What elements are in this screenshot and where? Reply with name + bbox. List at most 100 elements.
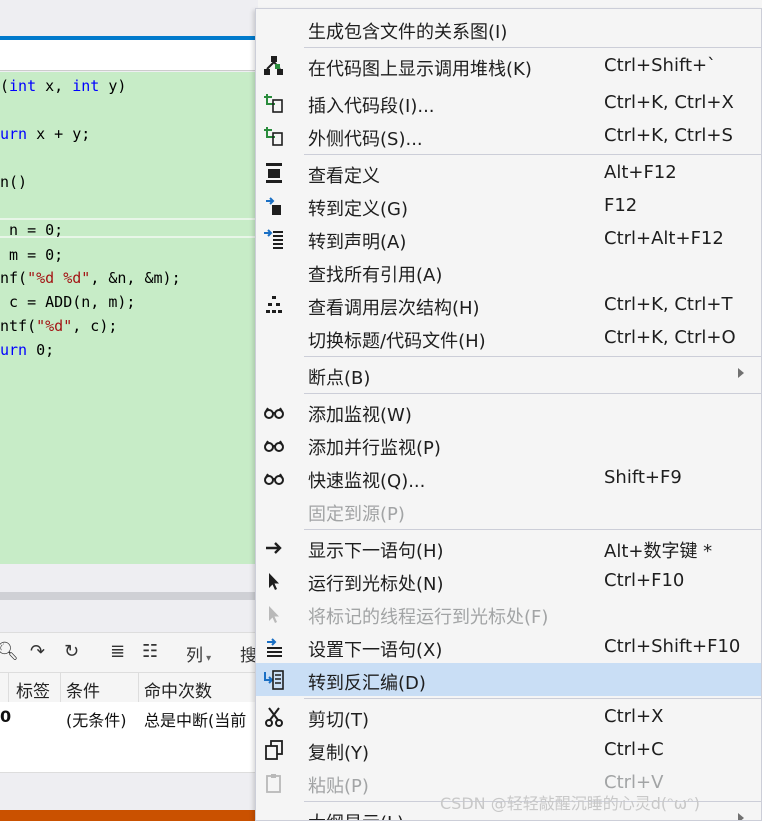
status-bar xyxy=(0,810,256,821)
menu-item-label: 添加并行监视(P) xyxy=(308,438,441,459)
go-to-disassembly-icon xyxy=(262,668,286,692)
scissors-icon xyxy=(262,705,286,729)
code-editor-background: (int x, int y) urn x + y; n() n = 0; m = 0… xyxy=(0,0,258,821)
menu-item-shortcut: Ctrl+C xyxy=(604,739,664,760)
code-line[interactable]: n = 0; xyxy=(0,219,63,241)
breakpoints-toolbar: 🔍︎ ↷ ↻ ≣ ☷ 列 ▾ 搜 xyxy=(0,632,257,673)
code-token: c = ADD(n, m); xyxy=(0,293,136,311)
code-line[interactable]: m = 0; xyxy=(0,244,63,266)
code-line[interactable]: (int x, int y) xyxy=(0,75,126,97)
menu-item-shortcut: Ctrl+K, Ctrl+X xyxy=(604,92,734,113)
indent-icon[interactable]: ≣ xyxy=(110,641,125,662)
code-token: x, xyxy=(36,77,73,95)
show-next-statement-icon xyxy=(262,536,286,560)
menu-item[interactable]: 转到声明(A) Ctrl+Alt+F12 xyxy=(256,222,761,255)
surround-with-icon xyxy=(262,124,286,148)
editor-tab-strip xyxy=(0,0,258,36)
menu-item-label: 插入代码段(I)... xyxy=(308,96,435,117)
menu-item[interactable]: 在代码图上显示调用堆栈(K) Ctrl+Shift+` xyxy=(256,49,761,82)
code-line[interactable]: c = ADD(n, m); xyxy=(0,291,135,313)
menu-item-shortcut: Ctrl+Shift+` xyxy=(604,55,717,76)
menu-item-label: 断点(B) xyxy=(308,368,371,389)
menu-item-label: 转到声明(A) xyxy=(308,232,407,253)
menu-item[interactable]: 生成包含文件的关系图(I) xyxy=(256,12,761,45)
menu-item[interactable]: 运行到光标处(N) Ctrl+F10 xyxy=(256,564,761,597)
paste-icon xyxy=(262,771,286,795)
menu-item[interactable]: 剪切(T) Ctrl+X xyxy=(256,700,761,733)
search-icon[interactable]: 🔍︎ xyxy=(0,641,19,662)
menu-item[interactable]: 复制(Y) Ctrl+C xyxy=(256,733,761,766)
menu-item[interactable]: 设置下一语句(X) Ctrl+Shift+F10 xyxy=(256,630,761,663)
menu-item[interactable]: 查找所有引用(A) xyxy=(256,255,761,288)
menu-item[interactable]: 添加监视(W) xyxy=(256,395,761,428)
menu-item-shortcut: F12 xyxy=(604,195,638,216)
cell-hit-count: 总是中断(当前 xyxy=(144,711,247,730)
run-to-cursor-icon xyxy=(262,602,286,626)
menu-item[interactable]: 添加并行监视(P) xyxy=(256,428,761,461)
keyword-token: int xyxy=(72,77,100,95)
menu-item-label: 剪切(T) xyxy=(308,710,370,731)
menu-item[interactable]: 快速监视(Q)... Shift+F9 xyxy=(256,461,761,494)
menu-item[interactable]: 查看调用层次结构(H) Ctrl+K, Ctrl+T xyxy=(256,288,761,321)
breakpoints-grid-header: 标签 条件 命中次数 xyxy=(0,672,256,704)
code-token: nf( xyxy=(0,269,28,287)
submenu-arrow-icon xyxy=(738,813,744,820)
breakpoints-list-empty xyxy=(0,732,256,772)
menu-separator xyxy=(304,356,761,357)
redo-icon[interactable]: ↷ xyxy=(30,641,45,662)
menu-item-shortcut: Shift+F9 xyxy=(604,467,682,488)
menu-item[interactable]: 断点(B) xyxy=(256,358,761,391)
code-line[interactable]: nf("%d %d", &n, &m); xyxy=(0,267,181,289)
menu-item-shortcut: Ctrl+K, Ctrl+O xyxy=(604,327,736,348)
menu-item[interactable]: 转到反汇编(D) xyxy=(256,663,761,696)
code-token: , &n, &m); xyxy=(90,269,181,287)
code-token: 0; xyxy=(27,341,55,359)
menu-item[interactable]: 查看定义 Alt+F12 xyxy=(256,156,761,189)
menu-item-label: 在代码图上显示调用堆栈(K) xyxy=(308,59,532,80)
menu-separator xyxy=(304,698,761,699)
code-line[interactable]: urn 0; xyxy=(0,339,54,361)
menu-separator xyxy=(304,529,761,530)
code-line[interactable]: ntf("%d", c); xyxy=(0,315,117,337)
copy-icon xyxy=(262,738,286,762)
callstack-map-icon xyxy=(262,54,286,78)
menu-item-shortcut: Ctrl+K, Ctrl+S xyxy=(604,125,733,146)
code-token: x + y; xyxy=(27,125,91,143)
code-token: n = 0; xyxy=(0,221,64,239)
go-to-source-icon[interactable]: ☷ xyxy=(142,641,158,662)
menu-item-label: 粘贴(P) xyxy=(308,776,369,797)
menu-item-shortcut: Ctrl+Shift+F10 xyxy=(604,636,741,657)
peek-definition-icon xyxy=(262,161,286,185)
menu-item-label: 添加监视(W) xyxy=(308,405,412,426)
keyword-token: int xyxy=(9,77,37,95)
code-area[interactable]: (int x, int y) urn x + y; n() n = 0; m = 0… xyxy=(0,72,256,564)
menu-item: 固定到源(P) xyxy=(256,494,761,527)
menu-item-label: 查看定义 xyxy=(308,166,380,187)
menu-item-label: 快速监视(Q)... xyxy=(308,471,426,492)
table-row[interactable]: 0 (无条件) 总是中断(当前 xyxy=(0,702,256,732)
code-token: y) xyxy=(99,77,127,95)
menu-item-label: 显示下一语句(H) xyxy=(308,541,444,562)
code-token: ntf( xyxy=(0,317,37,335)
header-condition[interactable]: 条件 xyxy=(66,677,100,702)
menu-item[interactable]: 转到定义(G) F12 xyxy=(256,189,761,222)
code-token: , c); xyxy=(72,317,118,335)
menu-item[interactable]: 外侧代码(S)... Ctrl+K, Ctrl+S xyxy=(256,119,761,152)
menu-item[interactable]: 插入代码段(I)... Ctrl+K, Ctrl+X xyxy=(256,86,761,119)
header-label[interactable]: 标签 xyxy=(16,677,50,702)
menu-item-label: 外侧代码(S)... xyxy=(308,129,423,150)
columns-dropdown[interactable]: 列 ▾ xyxy=(186,641,211,666)
watch-glasses-icon xyxy=(262,400,286,424)
menu-item[interactable]: 显示下一语句(H) Alt+数字键 * xyxy=(256,531,761,564)
header-hit-count[interactable]: 命中次数 xyxy=(144,677,212,702)
menu-item[interactable]: 切换标题/代码文件(H) Ctrl+K, Ctrl+O xyxy=(256,321,761,354)
code-line[interactable]: n() xyxy=(0,171,27,193)
menu-item-shortcut: Ctrl+Alt+F12 xyxy=(604,228,724,249)
code-line[interactable]: urn x + y; xyxy=(0,123,90,145)
string-token: "%d %d" xyxy=(27,269,91,287)
refresh-icon[interactable]: ↻ xyxy=(64,641,79,662)
menu-item-label: 转到定义(G) xyxy=(308,199,408,220)
horizontal-scrollbar[interactable] xyxy=(0,592,256,600)
cell-name: 0 xyxy=(0,707,12,726)
navigation-bar[interactable] xyxy=(0,40,256,71)
